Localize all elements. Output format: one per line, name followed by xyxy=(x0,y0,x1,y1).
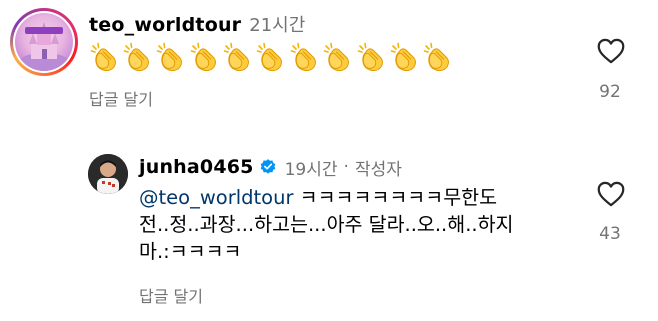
clapping-hands-emoji xyxy=(356,41,385,73)
username[interactable]: teo_worldtour xyxy=(89,14,241,36)
comment-line: @teo_worldtour ㅋㅋㅋㅋㅋㅋㅋㅋ무한도 xyxy=(139,184,569,211)
clapping-hands-emoji xyxy=(122,41,151,73)
comments-thread: teo_worldtour 21시간 답글 달기 92 junha0465 19… xyxy=(0,0,658,321)
comment-text-line1: ㅋㅋㅋㅋㅋㅋㅋㅋ무한도 xyxy=(299,186,498,209)
comment-time: 19시간 xyxy=(284,159,338,180)
reply-button[interactable]: 답글 달기 xyxy=(139,283,203,307)
username[interactable]: junha0465 xyxy=(139,156,254,178)
verified-badge-icon xyxy=(260,159,275,174)
comment-text xyxy=(89,41,456,75)
comment-header: teo_worldtour 21시간 xyxy=(89,11,305,37)
comment-header: junha0465 19시간 · 작성자 xyxy=(139,154,402,180)
clapping-hands-emoji xyxy=(423,41,452,73)
heart-icon[interactable] xyxy=(597,38,625,64)
heart-icon[interactable] xyxy=(597,181,625,207)
clapping-hands-emoji xyxy=(323,41,352,73)
mention-link[interactable]: @teo_worldtour xyxy=(139,186,293,209)
separator-dot: · xyxy=(343,157,349,177)
comment-text-line2: 전..정..과장...하고는...아주 달라..오..해..하지 xyxy=(139,213,514,236)
like-count: 92 xyxy=(599,82,621,102)
avatar-teo-worldtour[interactable] xyxy=(10,8,78,76)
clapping-hands-emoji xyxy=(223,41,252,73)
comment-text-line3: 마.:ㅋㅋㅋㅋ xyxy=(139,240,242,263)
comment-text: @teo_worldtour ㅋㅋㅋㅋㅋㅋㅋㅋ무한도 전..정..과장...하고… xyxy=(139,184,569,265)
avatar-image xyxy=(15,13,73,71)
author-badge: 작성자 xyxy=(354,159,402,180)
clapping-hands-emoji xyxy=(189,41,218,73)
like-count: 43 xyxy=(599,224,621,244)
clapping-hands-emoji xyxy=(156,41,185,73)
clapping-hands-emoji xyxy=(390,41,419,73)
avatar-junha0465[interactable] xyxy=(88,154,128,194)
clapping-hands-emoji xyxy=(256,41,285,73)
clapping-hands-emoji xyxy=(89,41,118,73)
comment-time: 21시간 xyxy=(249,15,306,36)
clapping-hands-emoji xyxy=(289,41,318,73)
reply-button[interactable]: 답글 달기 xyxy=(89,86,153,110)
